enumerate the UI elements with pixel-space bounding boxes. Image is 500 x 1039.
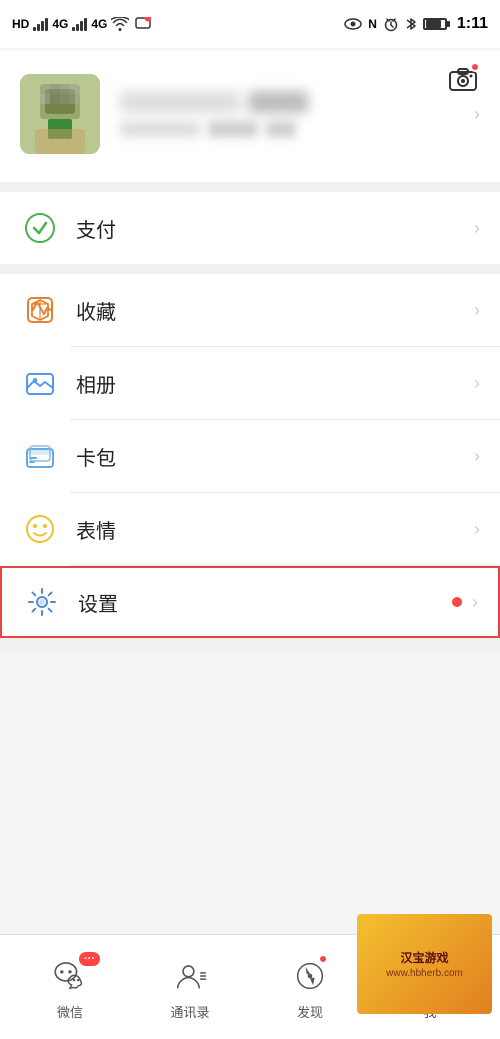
profile-name-row — [120, 91, 454, 113]
emoji-icon — [20, 509, 60, 549]
wechat-icon-wrap: ··· — [48, 954, 92, 998]
discover-icon-wrap — [288, 954, 332, 998]
section-divider-1 — [0, 182, 500, 192]
bottom-navigation: ··· 微信 通讯录 发现 — [0, 934, 500, 1039]
menu-section-1: 支付 › — [0, 192, 500, 264]
cards-icon — [20, 436, 60, 476]
avatar[interactable] — [20, 74, 100, 154]
alarm-icon — [383, 16, 399, 32]
time-display: 1:11 — [457, 15, 488, 33]
network-type: HD — [12, 17, 29, 31]
section-divider-2 — [0, 264, 500, 274]
emoji-chevron: › — [474, 519, 480, 540]
discover-notification-dot — [318, 954, 328, 964]
profile-name-blurred — [120, 91, 240, 113]
photos-chevron: › — [474, 373, 480, 394]
cards-label: 卡包 — [76, 442, 474, 471]
nav-item-discover[interactable]: 发现 — [250, 954, 370, 1021]
nav-label-wechat: 微信 — [57, 1002, 83, 1021]
nfc-icon: N — [368, 17, 377, 31]
photos-icon — [20, 363, 60, 403]
contacts-icon-wrap — [168, 954, 212, 998]
watermark-text: 汉宝游戏 — [400, 949, 448, 966]
favorites-label: 收藏 — [76, 296, 474, 325]
camera-button[interactable] — [444, 60, 482, 98]
payment-icon — [20, 208, 60, 248]
menu-section-2: 收藏 › 相册 › 卡包 › — [0, 274, 500, 638]
wifi-icon — [111, 17, 129, 31]
nav-item-wechat[interactable]: ··· 微信 — [10, 954, 130, 1021]
settings-chevron: › — [472, 592, 478, 613]
payment-label: 支付 — [76, 214, 474, 243]
emoji-label: 表情 — [76, 515, 474, 544]
menu-item-photos[interactable]: 相册 › — [0, 347, 500, 419]
nav-item-me[interactable]: 汉宝游戏 www.hbherb.com NEW 我 — [370, 954, 490, 1021]
menu-item-favorites[interactable]: 收藏 › — [0, 274, 500, 346]
signal-icon2 — [72, 17, 87, 31]
network-4g2: 4G — [91, 17, 107, 31]
profile-sub-blur2 — [208, 121, 258, 137]
status-bar: HD 4G 4G — [0, 0, 500, 48]
camera-notification-dot — [470, 62, 480, 72]
message-icon — [135, 17, 151, 31]
settings-badge — [452, 597, 462, 607]
signal-icon — [33, 17, 48, 31]
profile-chevron: › — [474, 104, 480, 125]
eye-icon — [344, 17, 362, 31]
payment-chevron: › — [474, 218, 480, 239]
profile-sub-blur3 — [266, 121, 296, 137]
photos-label: 相册 — [76, 369, 474, 398]
settings-label: 设置 — [78, 588, 452, 617]
avatar-image — [20, 74, 100, 154]
menu-item-cards[interactable]: 卡包 › — [0, 420, 500, 492]
watermark-url: www.hbherb.com — [386, 968, 463, 979]
battery-icon — [423, 18, 447, 30]
profile-section[interactable]: › — [0, 50, 500, 182]
bluetooth-icon — [405, 16, 417, 32]
me-icon-wrap: 汉宝游戏 www.hbherb.com NEW — [408, 954, 452, 998]
status-left: HD 4G 4G — [12, 17, 151, 31]
section-divider-bottom — [0, 638, 500, 652]
watermark-overlay: 汉宝游戏 www.hbherb.com — [357, 914, 492, 1014]
menu-item-payment[interactable]: 支付 › — [0, 192, 500, 264]
nav-label-contacts: 通讯录 — [170, 1002, 209, 1021]
profile-sub-blur1 — [120, 121, 200, 137]
favorites-icon — [20, 290, 60, 330]
menu-item-settings[interactable]: 设置 › — [0, 566, 500, 638]
favorites-chevron: › — [474, 300, 480, 321]
profile-sub-row — [120, 121, 454, 137]
status-right: N 1:11 — [344, 15, 488, 33]
cards-chevron: › — [474, 446, 480, 467]
settings-icon — [22, 582, 62, 622]
profile-name-blurred2 — [248, 91, 308, 113]
nav-label-discover: 发现 — [297, 1002, 323, 1021]
discover-icon — [293, 959, 327, 993]
nav-item-contacts[interactable]: 通讯录 — [130, 954, 250, 1021]
contacts-icon — [173, 959, 207, 993]
profile-info — [120, 91, 454, 137]
wechat-notification-badge: ··· — [79, 952, 100, 966]
network-4g: 4G — [52, 17, 68, 31]
menu-item-emoji[interactable]: 表情 › — [0, 493, 500, 565]
